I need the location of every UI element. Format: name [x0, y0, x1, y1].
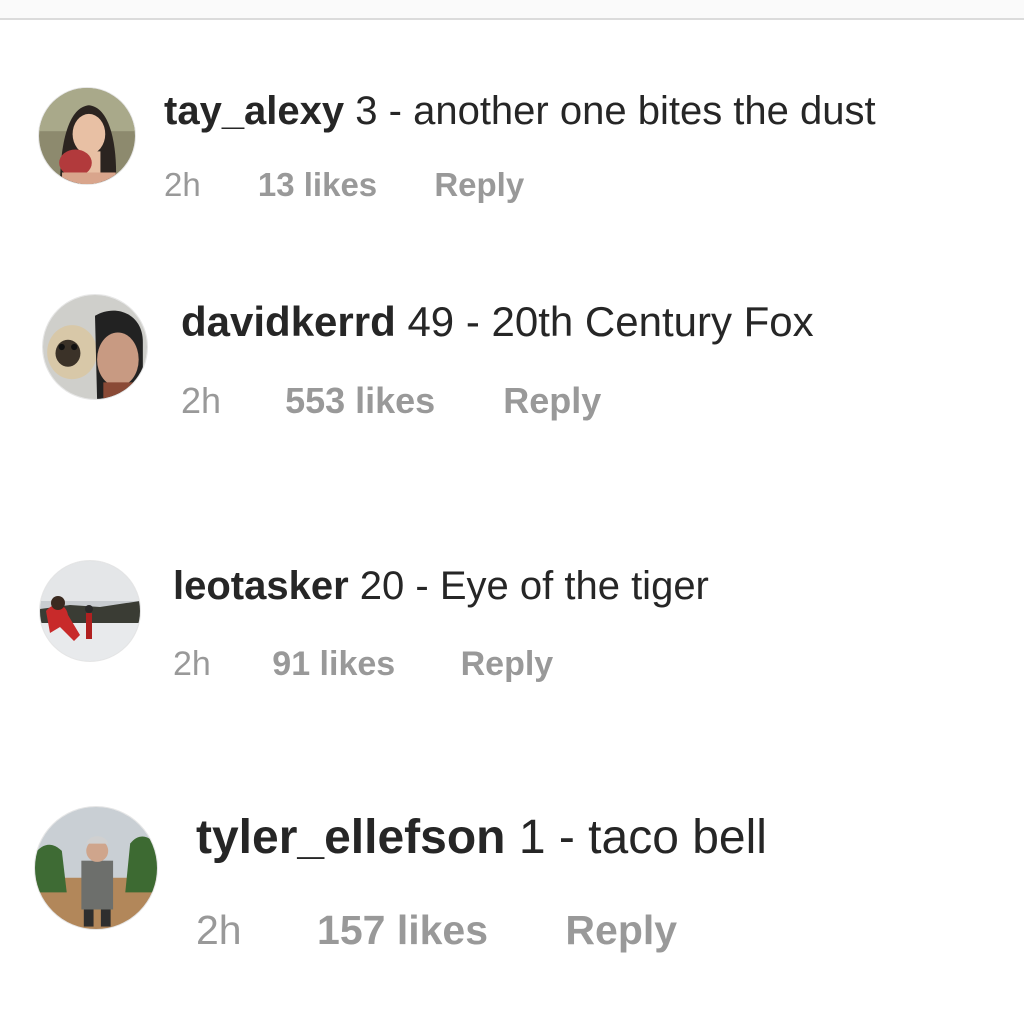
reply-button[interactable]: Reply	[565, 906, 677, 954]
avatar[interactable]	[34, 806, 158, 930]
user-photo-icon	[40, 561, 140, 661]
comment-meta: 2h 91 likes Reply	[173, 644, 553, 684]
likes-link[interactable]: 91 likes	[272, 644, 395, 684]
user-photo-icon	[39, 88, 135, 184]
comment-line: leotasker 20 - Eye of the tiger	[173, 563, 709, 609]
username-link[interactable]: davidkerrd	[181, 298, 396, 345]
avatar[interactable]	[38, 87, 136, 185]
timestamp: 2h	[164, 166, 201, 203]
comment-meta: 2h 553 likes Reply	[181, 381, 601, 421]
comment-line: tay_alexy 3 - another one bites the dust	[164, 88, 876, 134]
reply-button[interactable]: Reply	[503, 381, 601, 421]
user-photo-icon	[35, 807, 157, 929]
comment-text: 1 - taco bell	[518, 811, 767, 864]
username-link[interactable]: leotasker	[173, 564, 349, 608]
comment-text: 49 - 20th Century Fox	[407, 298, 814, 345]
username-link[interactable]: tyler_ellefson	[196, 811, 505, 864]
likes-link[interactable]: 157 likes	[317, 906, 488, 954]
comment-line: tyler_ellefson 1 - taco bell	[196, 811, 767, 865]
timestamp: 2h	[173, 645, 211, 683]
comment-line: davidkerrd 49 - 20th Century Fox	[181, 298, 814, 346]
timestamp: 2h	[181, 380, 222, 421]
comment-meta: 2h 13 likes Reply	[164, 166, 524, 204]
timestamp: 2h	[196, 907, 242, 953]
avatar[interactable]	[39, 560, 141, 662]
comment-text: 3 - another one bites the dust	[355, 89, 876, 133]
comment-meta: 2h 157 likes Reply	[196, 906, 677, 954]
top-divider	[0, 0, 1024, 20]
likes-link[interactable]: 553 likes	[285, 381, 435, 421]
comment-text: 20 - Eye of the tiger	[359, 564, 709, 608]
avatar[interactable]	[42, 294, 148, 400]
username-link[interactable]: tay_alexy	[164, 89, 344, 133]
likes-link[interactable]: 13 likes	[258, 166, 377, 204]
reply-button[interactable]: Reply	[434, 166, 524, 204]
user-photo-icon	[43, 295, 147, 399]
reply-button[interactable]: Reply	[461, 644, 554, 684]
